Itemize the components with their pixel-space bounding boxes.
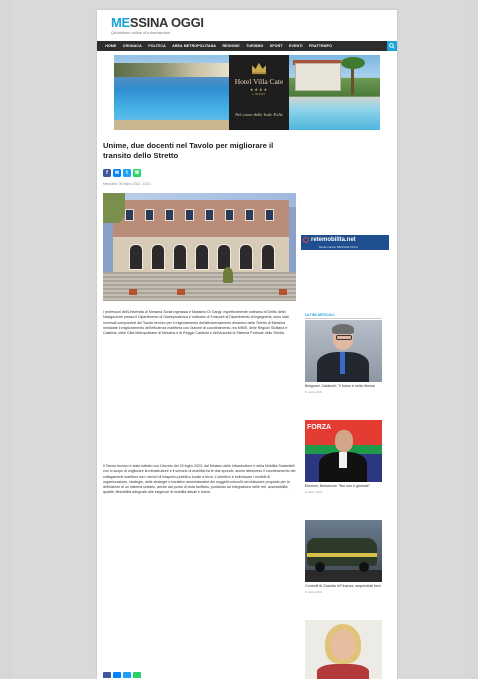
logo-tagline: Quotidiano online di informazione <box>111 30 171 35</box>
banner-city: LIPARI <box>252 92 266 96</box>
nav-item-eventi[interactable]: Eventi <box>286 41 306 51</box>
hotel-banner-ad[interactable]: Hotel Villa Cate ★★★★ LIPARI Nel cuore d… <box>114 55 380 130</box>
sidebar-article-date: 6 marzo 2024 <box>305 589 323 594</box>
sidebar-article-title[interactable]: Bisignani, Calderoli: "Il futuro è nella… <box>305 384 382 389</box>
facebook-share-button[interactable] <box>103 672 111 678</box>
sidebar-article-thumbnail[interactable]: FORZA <box>305 420 382 482</box>
sidebar-article[interactable]: Bisignani, Calderoli: "Il futuro è nella… <box>305 320 382 394</box>
crown-icon <box>252 62 266 75</box>
nav-item-area-metropolitana[interactable]: Area Metropolitana <box>169 41 219 51</box>
logo-wordmark: MESSINA OGGI <box>111 15 204 30</box>
article-image <box>103 193 296 301</box>
twitter-share-button[interactable] <box>123 672 131 678</box>
share-buttons: f ✉ t ☏ <box>103 169 141 177</box>
article-date: Mercoledì, 06 Marzo 2024 - 10:21 <box>103 182 151 186</box>
banner-villa-image <box>289 55 380 130</box>
nav-item-home[interactable]: Home <box>102 41 120 51</box>
sidebar-article-date: 6 marzo 2024 <box>305 489 323 494</box>
nav-item-turismo[interactable]: Turismo <box>243 41 267 51</box>
webpage: MESSINA OGGI Quotidiano online di inform… <box>97 10 397 679</box>
search-icon <box>389 43 395 49</box>
site-logo[interactable]: MESSINA OGGI Quotidiano online di inform… <box>111 16 204 38</box>
sidebar-heading: ULTIMI ARTICOLI <box>305 313 382 319</box>
sidebar-article-title[interactable]: Elezioni, Berlusconi: "Noi non è giornal… <box>305 484 382 489</box>
nav-item-regione[interactable]: Regione <box>219 41 243 51</box>
main-navigation: Home Cronaca Politica Area Metropolitana Reg… <box>97 41 397 51</box>
sidebar-ad-powered: Media partner MESSINA OGGI <box>319 245 358 249</box>
article-paragraph: Il Tavolo tecnico è stato istituito con … <box>103 464 296 495</box>
brand-logo-icon <box>303 237 309 243</box>
nav-item-cronaca[interactable]: Cronaca <box>120 41 145 51</box>
messenger-icon: ✉ <box>114 170 120 176</box>
nav-items: Home Cronaca Politica Area Metropolitana Reg… <box>97 41 335 51</box>
sidebar-ad-banner[interactable]: retemobilita.net Media partner MESSINA O… <box>301 235 389 250</box>
sidebar-article[interactable]: Controlli di Guardia di Finanza, sequest… <box>305 520 382 594</box>
sidebar-article-thumbnail[interactable] <box>305 520 382 582</box>
article-paragraph: I professori dell'Università di Messina … <box>103 310 289 336</box>
banner-hotel-panel: Hotel Villa Cate ★★★★ LIPARI Nel cuore d… <box>229 55 289 130</box>
bottom-share-buttons <box>103 672 141 678</box>
viewer-right-gutter <box>466 0 478 679</box>
banner-tagline: Nel cuore delle Isole Eolie <box>235 112 283 117</box>
twitter-share-button[interactable]: t <box>123 169 131 177</box>
sidebar-article[interactable] <box>305 620 382 679</box>
twitter-icon: t <box>126 170 128 176</box>
whatsapp-share-button[interactable] <box>133 672 141 678</box>
sidebar-article-thumbnail[interactable] <box>305 620 382 679</box>
nav-item-sport[interactable]: Sport <box>267 41 286 51</box>
whatsapp-icon: ☏ <box>133 170 141 176</box>
sidebar-ad-brand: retemobilita.net <box>311 237 356 243</box>
sidebar-article-thumbnail[interactable] <box>305 320 382 382</box>
sidebar-article-title[interactable]: Controlli di Guardia di Finanza, sequest… <box>305 584 382 589</box>
whatsapp-share-button[interactable]: ☏ <box>133 169 141 177</box>
facebook-share-button[interactable]: f <box>103 169 111 177</box>
nav-item-politica[interactable]: Politica <box>145 41 169 51</box>
messenger-share-button[interactable]: ✉ <box>113 169 121 177</box>
messenger-share-button[interactable] <box>113 672 121 678</box>
viewer-left-gutter <box>0 0 12 679</box>
sidebar-article-date: 6 marzo 2024 <box>305 389 323 394</box>
banner-hotel-name: Hotel Villa Cate <box>234 77 284 86</box>
article-title: Unime, due docenti nel Tavolo per miglio… <box>103 141 274 160</box>
facebook-icon: f <box>106 170 108 176</box>
search-button[interactable] <box>387 41 397 51</box>
banner-pool-image <box>114 55 229 130</box>
nav-item-frattempo[interactable]: Frattempo <box>306 41 335 51</box>
sidebar-article[interactable]: FORZA Elezioni, Berlusconi: "Noi non è g… <box>305 420 382 494</box>
